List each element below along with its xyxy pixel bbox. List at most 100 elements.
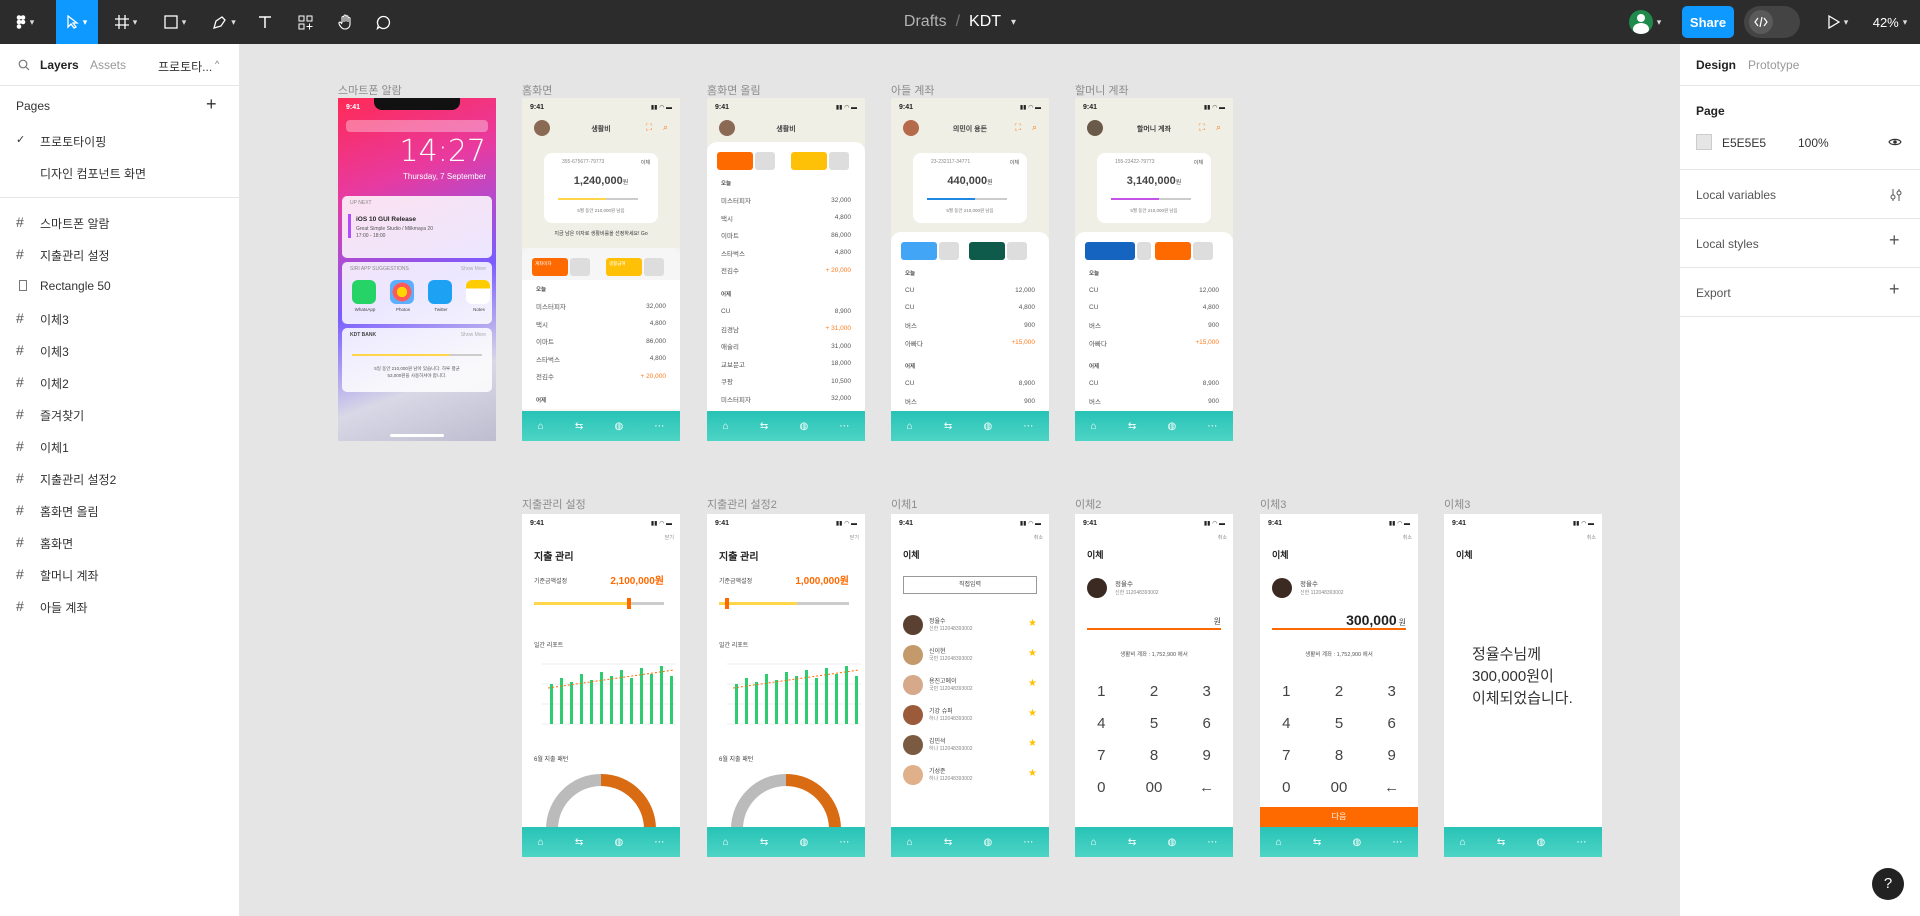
home-icon[interactable]: ⌂ xyxy=(1091,421,1097,432)
transaction-row[interactable]: 버스 900 xyxy=(1075,317,1233,335)
layer-item[interactable]: # 지출관리 설정 xyxy=(0,238,239,270)
page-color-swatch[interactable] xyxy=(1696,134,1712,150)
chat-icon[interactable]: ◍ xyxy=(614,837,623,848)
keypad-key[interactable]: 1 xyxy=(1075,676,1128,708)
frame-label-budget2[interactable]: 지출관리 설정2 xyxy=(707,496,777,512)
add-style-icon[interactable]: + xyxy=(1889,230,1900,251)
page-item[interactable]: ✓ 프로토타이핑 xyxy=(0,124,239,156)
more-icon[interactable]: ⋯ xyxy=(839,421,849,432)
transaction-row[interactable]: 버스 900 xyxy=(891,393,1049,411)
keypad-key[interactable]: 2 xyxy=(1313,676,1366,708)
file-name[interactable]: KDT xyxy=(969,13,1001,31)
eye-icon[interactable] xyxy=(1888,137,1902,147)
frame-label-alarm[interactable]: 스마트폰 알람 xyxy=(338,82,402,98)
transfer-icon[interactable]: ⇆ xyxy=(760,421,768,432)
keypad-key[interactable]: 7 xyxy=(1075,740,1128,772)
contact-item[interactable]: 김민석 하나 112048393002 ★ xyxy=(903,732,1037,762)
account-card[interactable]: 23-232117-34771 이체 440,000원 5월 동안 210,00… xyxy=(913,153,1027,223)
transaction-row[interactable]: 이마트 86,000 xyxy=(522,333,680,351)
breadcrumb-drafts[interactable]: Drafts xyxy=(904,13,947,31)
frame-transfer2[interactable]: 9:41 ▮▮ ◠ ▬ 취소 이체 정율수 신한 112048393002 원 … xyxy=(1075,514,1233,857)
transfer-icon[interactable]: ⇆ xyxy=(575,837,583,848)
siri-suggestions-widget[interactable]: SIRI APP SUGGESTIONS Show More WhatsApp … xyxy=(342,262,492,324)
close-link[interactable]: 닫기 xyxy=(850,534,859,541)
add-export-icon[interactable]: + xyxy=(1889,279,1900,300)
frame-label-son[interactable]: 아들 계좌 xyxy=(891,82,935,98)
transaction-row[interactable]: CU 12,000 xyxy=(891,282,1049,300)
keypad-key[interactable]: 00 xyxy=(1313,772,1366,804)
budget-slider-thumb[interactable] xyxy=(725,598,729,609)
chat-icon[interactable]: ◍ xyxy=(983,837,992,848)
more-icon[interactable]: ⋯ xyxy=(1207,837,1217,848)
keypad-key[interactable]: 5 xyxy=(1128,708,1181,740)
more-icon[interactable]: ⋯ xyxy=(1023,421,1033,432)
scan-icon[interactable]: ⛶ xyxy=(646,122,652,133)
budget-slider-thumb[interactable] xyxy=(627,598,631,609)
frame-alarm[interactable]: 9:41 14:27 Thursday, 7 September UP NEXT… xyxy=(338,98,496,441)
pill-blank[interactable] xyxy=(755,152,775,170)
layer-item[interactable]: # 스마트폰 알람 xyxy=(0,206,239,238)
keypad-key[interactable]: 9 xyxy=(1365,740,1418,772)
twitter-icon[interactable] xyxy=(428,280,452,304)
amount-input[interactable]: 원 xyxy=(1087,616,1221,630)
transfer-icon[interactable]: ⇆ xyxy=(944,837,952,848)
keypad-key[interactable]: 5 xyxy=(1313,708,1366,740)
layer-item[interactable]: # 이체3 xyxy=(0,334,239,366)
transaction-row[interactable]: 쿠팡 10,500 xyxy=(707,373,865,391)
transfer-icon[interactable]: ⇆ xyxy=(1128,837,1136,848)
transaction-row[interactable]: 택시 4,800 xyxy=(707,209,865,227)
chevron-up-icon[interactable]: ^ xyxy=(215,59,219,69)
page-color-value[interactable]: E5E5E5 xyxy=(1722,136,1766,150)
home-icon[interactable]: ⌂ xyxy=(1091,837,1097,848)
transaction-row[interactable]: 미스터피자 32,000 xyxy=(707,390,865,408)
frame-label-home[interactable]: 홈화면 xyxy=(522,82,552,98)
chat-icon[interactable]: ◍ xyxy=(1536,837,1545,848)
more-icon[interactable]: ⋯ xyxy=(654,421,664,432)
layer-item[interactable]: # 할머니 계좌 xyxy=(0,558,239,590)
search-bar[interactable] xyxy=(346,120,488,132)
keypad-key[interactable]: 6 xyxy=(1180,708,1233,740)
bank-show-more[interactable]: Show More xyxy=(461,332,486,338)
star-icon[interactable]: ★ xyxy=(1028,738,1037,749)
search-icon[interactable]: ⌕ xyxy=(663,122,668,133)
layer-item[interactable]: # 이체2 xyxy=(0,366,239,398)
keypad-key[interactable]: 2 xyxy=(1128,676,1181,708)
keypad-key[interactable]: 6 xyxy=(1365,708,1418,740)
home-icon[interactable]: ⌂ xyxy=(1276,837,1282,848)
transfer-icon[interactable]: ⇆ xyxy=(944,421,952,432)
frame-budget2[interactable]: 9:41 ▮▮ ◠ ▬ 닫기 지출 관리 기준금액설정 1,000,000원 일… xyxy=(707,514,865,857)
zoom-menu[interactable]: 42% ▾ xyxy=(1866,0,1914,44)
scan-icon[interactable]: ⛶ xyxy=(1015,122,1021,133)
cancel-link[interactable]: 취소 xyxy=(1403,534,1412,541)
keypad-key[interactable]: 8 xyxy=(1128,740,1181,772)
layer-item[interactable]: # 이체3 xyxy=(0,302,239,334)
chat-icon[interactable]: ◍ xyxy=(1167,421,1176,432)
pill-interest[interactable]: 계좌이자 xyxy=(532,258,568,276)
keypad-key[interactable]: 3 xyxy=(1180,676,1233,708)
pill-blank[interactable] xyxy=(1193,242,1213,260)
keypad-key[interactable]: 9 xyxy=(1180,740,1233,772)
contact-item[interactable]: 기강 슈퍼 하나 112048393002 ★ xyxy=(903,702,1037,732)
transaction-row[interactable]: 버스 900 xyxy=(1075,393,1233,411)
keypad-key[interactable]: 0 xyxy=(1075,772,1128,804)
frame-transfer1[interactable]: 9:41 ▮▮ ◠ ▬ 취소 이체 직접입력 정율수 신한 11204839300… xyxy=(891,514,1049,857)
star-icon[interactable]: ★ xyxy=(1028,678,1037,689)
more-icon[interactable]: ⋯ xyxy=(1392,837,1402,848)
layer-item[interactable]: # 즐겨찾기 xyxy=(0,398,239,430)
pill-blank[interactable] xyxy=(1137,242,1151,260)
frame-budget1[interactable]: 9:41 ▮▮ ◠ ▬ 닫기 지출 관리 기준금액설정 2,100,000원 일… xyxy=(522,514,680,857)
transfer-icon[interactable]: ⇆ xyxy=(1497,837,1505,848)
transaction-row[interactable]: 스타벅스 4,800 xyxy=(522,350,680,368)
contact-item[interactable]: 정율수 신한 112048393002 ★ xyxy=(903,612,1037,642)
transfer-icon[interactable]: ⇆ xyxy=(1313,837,1321,848)
home-icon[interactable]: ⌂ xyxy=(1460,837,1466,848)
contact-item[interactable]: 신이현 국민 112048393002 ★ xyxy=(903,642,1037,672)
keypad-key[interactable]: 7 xyxy=(1260,740,1313,772)
siri-show-more[interactable]: Show More xyxy=(461,266,486,272)
home-icon[interactable]: ⌂ xyxy=(538,837,544,848)
transfer-link[interactable]: 이체 xyxy=(641,159,650,166)
more-icon[interactable]: ⋯ xyxy=(654,837,664,848)
frame-label-transfer1[interactable]: 이체1 xyxy=(891,496,917,512)
chat-icon[interactable]: ◍ xyxy=(1167,837,1176,848)
budget-amount[interactable]: 1,000,000원 xyxy=(795,572,849,587)
